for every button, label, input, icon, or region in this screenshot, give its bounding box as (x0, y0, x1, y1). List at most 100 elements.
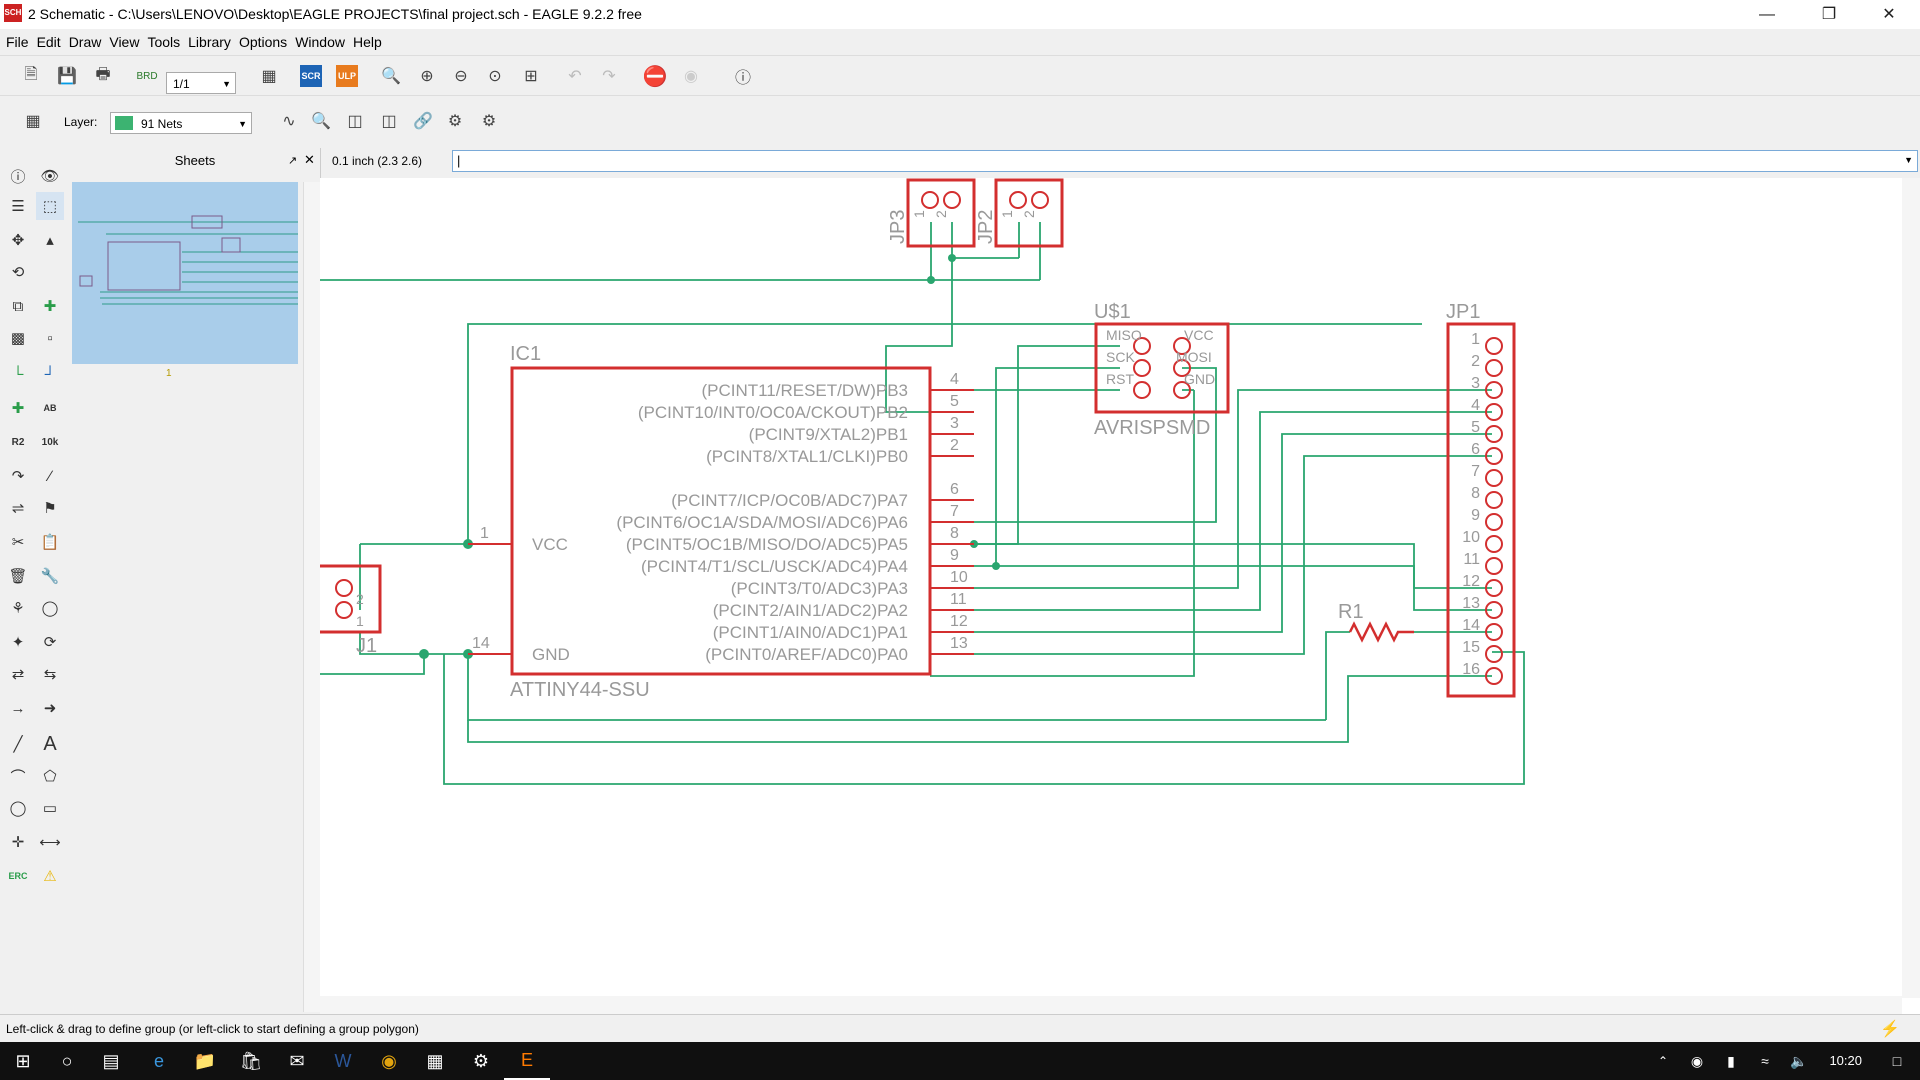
copy-icon[interactable]: ⧉ (4, 292, 32, 320)
undo-icon[interactable]: ↶ (562, 63, 588, 89)
restore-button[interactable]: ❐ (1806, 0, 1852, 29)
redo-icon[interactable]: ↷ (596, 63, 622, 89)
inspect-icon[interactable]: 🔍 (308, 108, 334, 134)
ripup-icon[interactable]: → (4, 694, 32, 722)
attribute-icon[interactable]: ⚑ (36, 494, 64, 522)
text-icon[interactable]: A (36, 730, 64, 758)
search-icon[interactable]: ○ (44, 1042, 90, 1080)
help-icon[interactable]: ⓘ (730, 63, 756, 89)
schematic-final[interactable]: 1 2 JP3 1 2 JP2 MISO SCK RST VCC MOSI GN… (320, 178, 1902, 996)
cam-icon[interactable]: ▦ (256, 63, 282, 89)
task-view-icon[interactable]: ▤ (88, 1042, 134, 1080)
junction-icon[interactable]: ✚ (4, 394, 32, 422)
info-icon[interactable]: ⓘ (4, 162, 32, 190)
arc-icon[interactable]: ⌒ (4, 762, 32, 790)
open-icon[interactable]: 🗎 (18, 63, 44, 89)
save-icon[interactable]: 💾 (54, 63, 80, 89)
menu-draw[interactable]: Draw (65, 29, 106, 55)
u1-avrisp[interactable]: MISO SCK RST VCC MOSI GND U$1 AVRISPSMD (1094, 301, 1230, 439)
menu-edit[interactable]: Edit (33, 29, 65, 55)
warning-icon[interactable]: ⚠ (36, 862, 64, 890)
zoom-out-icon[interactable]: ⊖ (448, 63, 474, 89)
clipboard-icon[interactable]: 📋 (36, 528, 64, 556)
value-icon[interactable]: 10k (36, 428, 64, 456)
menu-tools[interactable]: Tools (143, 29, 184, 55)
menu-view[interactable]: View (105, 29, 143, 55)
zoom-in-icon[interactable]: ⊕ (414, 63, 440, 89)
layers-icon[interactable]: ☰ (4, 192, 32, 220)
mail-icon[interactable]: ✉ (274, 1042, 320, 1080)
panel-close-icon[interactable]: ✕ (304, 152, 315, 168)
invoke-icon[interactable]: ⇄ (4, 660, 32, 688)
change-icon[interactable]: ✦ (4, 628, 32, 656)
layer-select[interactable]: 91 Nets ▼ (110, 112, 252, 134)
close-button[interactable]: ✕ (1866, 0, 1912, 29)
sheet-thumbnail[interactable] (72, 182, 298, 364)
stop-icon[interactable]: ⛔ (642, 63, 668, 89)
menu-help[interactable]: Help (349, 29, 386, 55)
word-icon[interactable]: W (320, 1042, 366, 1080)
command-history-icon[interactable]: ▼ (1904, 155, 1913, 165)
replace-icon[interactable]: ▫ (36, 324, 64, 352)
move-icon[interactable]: ✥ (4, 226, 32, 254)
sheet-select[interactable]: 1/1 ▼ (166, 72, 236, 94)
options-gear-icon[interactable]: ⚙ (476, 108, 502, 134)
mirror-icon[interactable]: ▴ (36, 226, 64, 254)
print-icon[interactable]: 🖶 (90, 63, 116, 89)
bus-tool-icon[interactable]: ┘ (36, 360, 64, 388)
bus-icon[interactable]: ◫ (342, 108, 368, 134)
polygon-icon[interactable]: ⬠ (36, 762, 64, 790)
r1-resistor[interactable]: R1 (1338, 601, 1414, 643)
command-line[interactable]: | ▼ (452, 150, 1918, 172)
rectangle-icon[interactable]: ▭ (36, 794, 64, 822)
eagle-taskbar-icon[interactable]: E (504, 1042, 550, 1080)
canvas-horizontal-scrollbar[interactable] (320, 996, 1902, 1014)
settings-gear-icon[interactable]: ⚙ (442, 108, 468, 134)
split-icon[interactable]: ∕ (36, 462, 64, 490)
delete-icon[interactable]: 🗑 (4, 562, 32, 590)
pin-swap-icon[interactable]: ⇌ (4, 494, 32, 522)
file-explorer-icon[interactable]: 📁 (182, 1042, 228, 1080)
net-class-icon[interactable]: ◫ (376, 108, 402, 134)
exchange-icon[interactable]: ⇆ (36, 660, 64, 688)
name-icon[interactable]: R2 (4, 428, 32, 456)
volume-icon[interactable]: 🔈 (1776, 1042, 1822, 1080)
zoom-redraw-icon[interactable]: ⊙ (482, 63, 508, 89)
line-icon[interactable]: ╱ (4, 730, 32, 758)
sheets-scrollbar[interactable] (303, 182, 320, 1012)
start-icon[interactable]: ⊞ (0, 1042, 46, 1080)
grid-icon[interactable]: ▦ (20, 108, 46, 134)
circle-icon[interactable]: ◯ (4, 794, 32, 822)
schematic-canvas[interactable]: 1 2 JP3 1 2 JP2 MISO SCK RST VCC MOSI GN… (320, 178, 1920, 1014)
smash-icon[interactable]: ⚘ (4, 594, 32, 622)
erc-icon[interactable]: ERC (4, 862, 32, 890)
menu-options[interactable]: Options (235, 29, 291, 55)
link-icon[interactable]: 🔗 (410, 108, 436, 134)
menu-file[interactable]: File (2, 29, 33, 55)
route-icon[interactable]: ➜ (36, 694, 64, 722)
jp1-header[interactable]: JP1 12345678910111213141516 (1446, 301, 1516, 698)
go-icon[interactable]: ◉ (678, 63, 704, 89)
chrome-icon[interactable]: ◉ (366, 1042, 412, 1080)
zoom-select-icon[interactable]: ⊞ (518, 63, 544, 89)
gate-swap-icon[interactable]: ↷ (4, 462, 32, 490)
board-switch-icon[interactable]: BRD (134, 63, 160, 89)
app-icon-2[interactable]: ⚙ (458, 1042, 504, 1080)
j1-connector[interactable]: 2 1 J1 (320, 564, 382, 657)
menu-library[interactable]: Library (184, 29, 235, 55)
group-select-icon[interactable]: ⬚ (36, 192, 64, 220)
label-icon[interactable]: AB (36, 394, 64, 422)
optimize-icon[interactable]: ⟳ (36, 628, 64, 656)
photos-icon[interactable]: ▦ (412, 1042, 458, 1080)
menu-window[interactable]: Window (291, 29, 349, 55)
script-button[interactable]: SCR (300, 65, 322, 87)
mark-icon[interactable]: ✛ (4, 828, 32, 856)
zoom-fit-icon[interactable]: 🔍 (378, 63, 404, 89)
wire-bend-icon[interactable]: ∿ (276, 108, 302, 134)
miter-icon[interactable]: ◯ (36, 594, 64, 622)
store-icon[interactable]: 🛍 (228, 1042, 274, 1080)
minimize-button[interactable]: — (1744, 0, 1790, 29)
undock-icon[interactable]: ↗ (288, 154, 297, 167)
cut-icon[interactable]: ✂ (4, 528, 32, 556)
ic1-attiny[interactable]: IC1 ATTINY44-SSU 1 14 VCC GND 4 (PCINT11/… (468, 343, 974, 701)
